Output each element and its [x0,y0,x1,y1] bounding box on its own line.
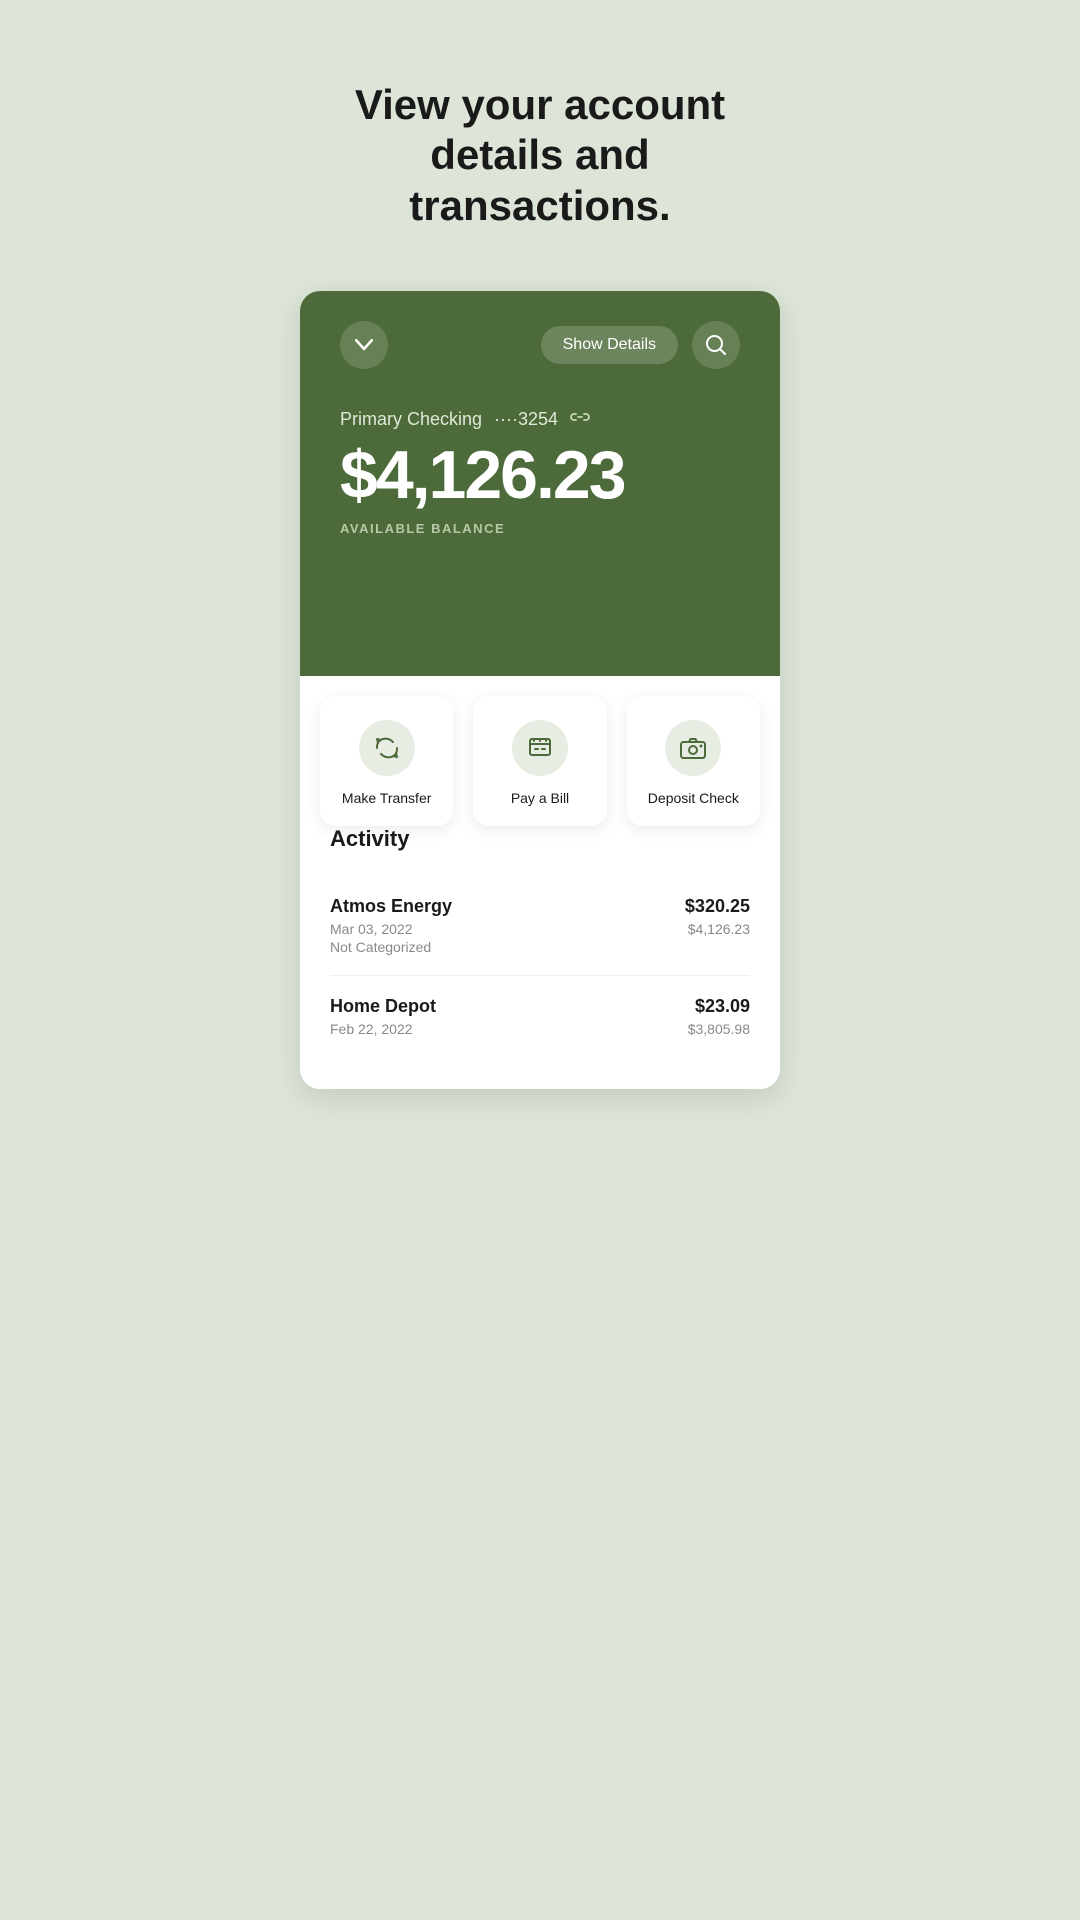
transaction-category: Not Categorized [330,939,452,955]
camera-icon-circle [665,720,721,776]
transfer-icon-circle [359,720,415,776]
activity-section: Activity Atmos Energy Mar 03, 2022 Not C… [300,826,780,1059]
camera-icon [679,734,707,762]
transaction-balance: $4,126.23 [685,921,750,937]
make-transfer-label: Make Transfer [342,790,431,806]
make-transfer-button[interactable]: Make Transfer [320,696,453,826]
search-button[interactable] [692,321,740,369]
page-title: View your account details and transactio… [330,80,750,231]
balance-label: AVAILABLE BALANCE [340,521,740,536]
card-top-row: Show Details [340,321,740,369]
pay-bill-button[interactable]: Pay a Bill [473,696,606,826]
link-icon [570,410,590,429]
transaction-balance: $3,805.98 [688,1021,750,1037]
transaction-right: $23.09 $3,805.98 [688,996,750,1037]
deposit-check-button[interactable]: Deposit Check [627,696,760,826]
search-icon [705,334,727,356]
show-details-button[interactable]: Show Details [541,326,678,364]
pay-bill-label: Pay a Bill [511,790,569,806]
card-green-section: Show Details Primary Checking ····3254 $… [300,291,780,676]
transaction-date: Feb 22, 2022 [330,1021,436,1037]
transaction-left: Atmos Energy Mar 03, 2022 Not Categorize… [330,896,452,955]
chevron-down-button[interactable] [340,321,388,369]
transaction-left: Home Depot Feb 22, 2022 [330,996,436,1039]
transaction-right: $320.25 $4,126.23 [685,896,750,937]
activity-title: Activity [330,826,750,852]
deposit-check-label: Deposit Check [648,790,739,806]
account-number: ····3254 [494,409,558,430]
actions-row: Make Transfer Pay a Bill [300,696,780,826]
account-name: Primary Checking ····3254 [340,409,740,430]
transaction-date: Mar 03, 2022 [330,921,452,937]
bill-icon-circle [512,720,568,776]
merchant-name: Home Depot [330,996,436,1017]
bill-icon [526,734,554,762]
transaction-amount: $23.09 [688,996,750,1017]
card-white-section: Make Transfer Pay a Bill [300,676,780,1089]
merchant-name: Atmos Energy [330,896,452,917]
account-card: Show Details Primary Checking ····3254 $… [300,291,780,1089]
table-row: Atmos Energy Mar 03, 2022 Not Categorize… [330,876,750,976]
balance-amount: $4,126.23 [340,438,740,513]
top-right-actions: Show Details [541,321,740,369]
transfer-icon [373,734,401,762]
table-row: Home Depot Feb 22, 2022 $23.09 $3,805.98 [330,976,750,1059]
transaction-amount: $320.25 [685,896,750,917]
chevron-down-icon [355,339,373,351]
